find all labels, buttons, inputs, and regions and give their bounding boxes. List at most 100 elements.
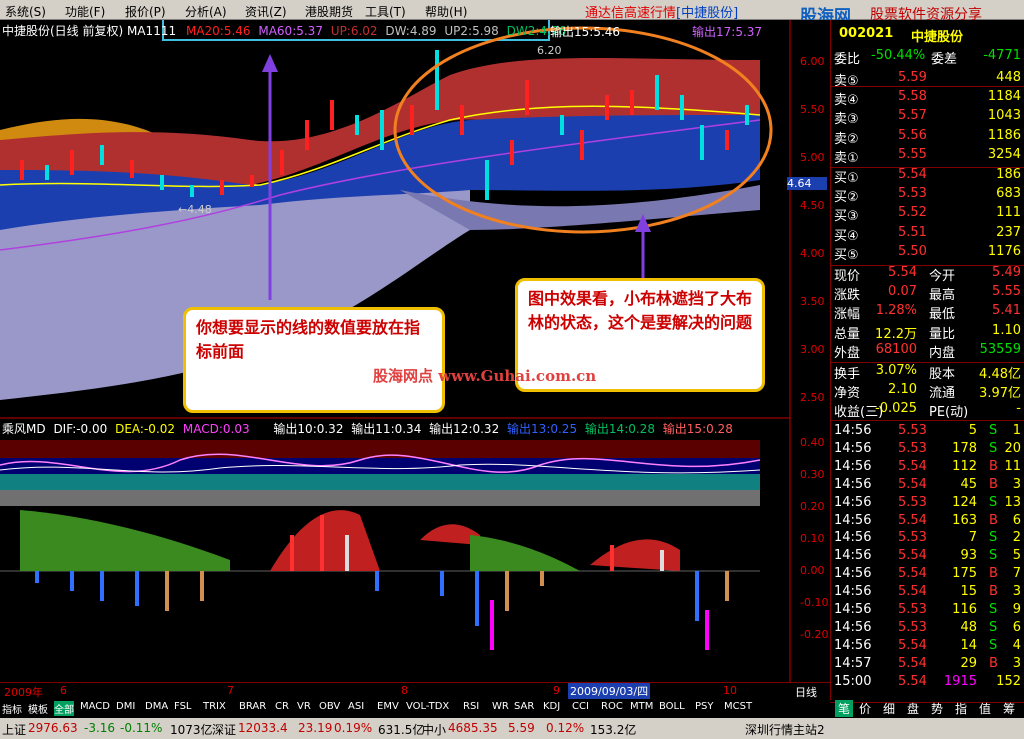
indicator-tab[interactable]: ASI [348,701,364,712]
indicator-band-navy [0,458,760,474]
quote-tab[interactable]: 势 [931,700,943,717]
tick-count: 6 [1012,512,1021,528]
indicator-tab[interactable]: PSY [695,701,714,712]
indicator-tab[interactable]: CCI [572,701,589,712]
sell-volume: 448 [996,70,1021,85]
buy-volume: 237 [996,224,1021,240]
indicator-tab[interactable]: TRIX [203,701,226,712]
tick-count: 5 [1012,548,1021,564]
buy-order-row: 买④ 5.51 237 [831,225,1024,244]
indicator-tab[interactable]: VR [297,701,311,712]
up2-value: UP2:5.98 [444,24,499,38]
indicator-tab[interactable]: 全部 [54,701,74,716]
sell-order-row: 卖② 5.56 1186 [831,128,1024,147]
quote-tab[interactable]: 笔 [835,700,854,717]
indicator-tab[interactable]: SAR [514,701,534,712]
tick-side: B [989,512,998,528]
yaxis-tick: 4.50 [800,199,825,212]
indicator-tab[interactable]: OBV [319,701,340,712]
tick-row: 14:56 5.53 48 S 6 [831,620,1024,639]
indicator-tab[interactable]: VOL-TDX [406,701,449,712]
timeline-month: 10 [723,684,737,697]
buy-price: 5.50 [898,243,927,259]
weicha-label: 委差 [931,52,958,67]
quote-tab[interactable]: 细 [883,700,895,717]
menu-help[interactable]: 帮助(H) [425,3,467,20]
high-price-marker: 6.20 [537,44,562,57]
quote-tab[interactable]: 筹 [1003,700,1015,717]
tick-volume: 163 [952,512,977,528]
tick-time: 14:56 [834,476,872,492]
indicator-tab[interactable]: RSI [463,701,479,712]
tick-side: S [989,548,998,564]
output15-macd-value: 输出15:0.28 [662,422,733,436]
yaxis-tick: 6.00 [800,55,825,68]
menu-quote[interactable]: 报价(P) [125,3,166,20]
indicator-tab[interactable]: DMA [145,701,168,712]
indicator-tab[interactable]: ROC [601,701,623,712]
quote-tab[interactable]: 盘 [907,700,919,717]
zx-label: 中小 [422,723,447,737]
tick-row: 14:56 5.54 175 B 7 [831,566,1024,585]
indicator-tab[interactable]: FSL [174,701,192,712]
weibi-row: 委比 -50.44% 委差 -4771 [831,48,1024,67]
buy-level-label: 买⑤ [834,247,859,263]
weicha-value: -4771 [983,48,1021,63]
menu-tools[interactable]: 工具(T) [365,3,406,20]
indicator-tab[interactable]: KDJ [543,701,560,712]
tick-count: 20 [1004,440,1021,456]
indicator-tab[interactable]: MCST [724,701,752,712]
yaxis-tick: 5.50 [800,103,825,116]
indicator-tab[interactable]: EMV [377,701,399,712]
stat-value: 3.07% [875,363,917,378]
tick-time: 14:56 [834,619,872,635]
buy-level-label: 买③ [834,209,859,225]
tick-row: 14:56 5.53 116 S 9 [831,602,1024,621]
stat-label: 股本 [929,367,956,382]
chart-area[interactable]: 中捷股份(日线 前复权) MA1111 MA20:5.46 MA60:5.37 … [0,20,830,682]
menu-info[interactable]: 资讯(Z) [245,3,287,20]
menu-function[interactable]: 功能(F) [65,3,105,20]
tick-price: 5.53 [898,440,927,456]
menu-hk-futures[interactable]: 港股期货 [305,3,353,20]
period-selector[interactable]: 日线 [795,684,817,700]
menu-system[interactable]: 系统(S) [5,3,46,20]
tick-time: 14:56 [834,602,872,617]
stat-label: 净资 [834,386,861,402]
tick-price: 5.54 [898,548,927,564]
quote-tab[interactable]: 指 [955,700,967,717]
tick-price: 5.54 [898,673,927,689]
stat-label: 换手 [834,367,861,382]
quote-tab[interactable]: 值 [979,700,991,717]
indicator-tab[interactable]: MACD [80,701,110,712]
yaxis-tick: 5.00 [800,151,825,164]
buy-price: 5.51 [898,224,927,240]
indicator-tab[interactable]: 指标 [2,701,22,716]
stat-row: 现价 5.54 今开 5.49 [831,265,1024,284]
indicator-tab[interactable]: WR [492,701,509,712]
indicator-tab[interactable]: DMI [116,701,135,712]
server-name[interactable]: 深圳行情主站2 [745,721,825,738]
indicator-tab[interactable]: 模板 [28,701,48,716]
output11-value: 输出11:0.34 [351,422,422,436]
price-panel-header: 中捷股份(日线 前复权) MA1111 MA20:5.46 MA60:5.37 … [2,22,566,39]
ma20-value: MA20:5.46 [185,24,251,38]
buy-volume: 186 [996,167,1021,182]
indicator-tab[interactable]: BOLL [659,701,685,712]
tick-price: 5.54 [898,655,927,671]
yaxis-tick: 0.40 [800,436,825,449]
indicator-tab[interactable]: BRAR [239,701,266,712]
buy-order-row: 买① 5.54 186 [831,167,1024,186]
macd-panel-header: 乘风MD DIF:-0.00 DEA:-0.02 MACD:0.03 输出10:… [2,420,733,437]
sell-order-row: 卖④ 5.58 1184 [831,89,1024,108]
timeline-month: 6 [60,684,67,697]
menu-analysis[interactable]: 分析(A) [185,3,227,20]
macd-value: MACD:0.03 [182,422,250,436]
quote-tab[interactable]: 价 [859,700,871,717]
indicator-tab[interactable]: MTM [630,701,653,712]
output13-value: 输出13:0.25 [507,422,578,436]
stat-label: 现价 [834,269,861,284]
indicator-name[interactable]: 乘风MD [2,422,46,436]
stat-value: 0.07 [888,284,917,300]
indicator-tab[interactable]: CR [275,701,289,712]
